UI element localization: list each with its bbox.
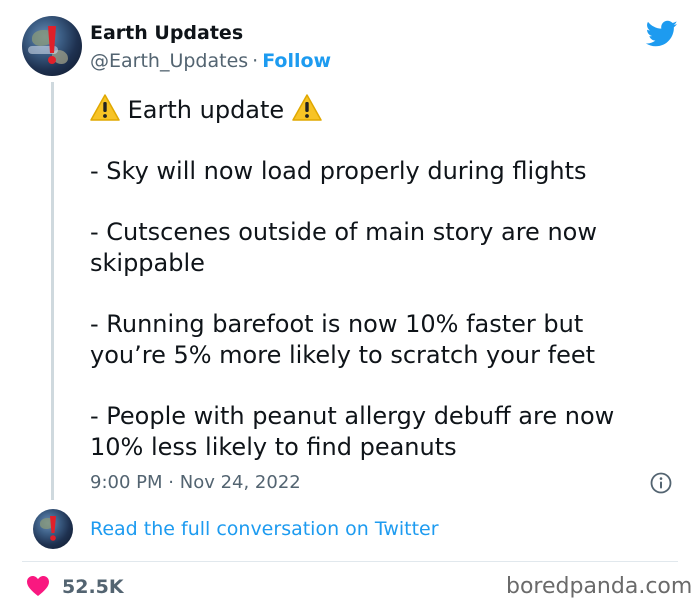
update-line: - Sky will now load properly during flig…: [90, 157, 587, 185]
author-name[interactable]: Earth Updates: [90, 22, 243, 44]
author-handle[interactable]: @Earth_Updates: [90, 50, 248, 72]
update-line: you’re 5% more likely to scratch your fe…: [90, 341, 596, 369]
update-line: 10% less likely to find peanuts: [90, 433, 457, 461]
tweet-text: Earth update - Sky will now load properl…: [90, 94, 680, 463]
divider: [22, 561, 678, 562]
update-line: - Cutscenes outside of main story are no…: [90, 218, 597, 246]
separator-dot: ·: [168, 472, 174, 493]
follow-button[interactable]: Follow: [262, 50, 331, 72]
info-icon[interactable]: [650, 472, 672, 494]
tweet-timestamp[interactable]: 9:00 PM · Nov 24, 2022: [90, 472, 301, 493]
exclamation-icon: [50, 516, 56, 541]
twitter-bird-icon[interactable]: [646, 20, 678, 48]
update-line: - Running barefoot is now 10% faster but: [90, 310, 584, 338]
author-handle-row: @Earth_Updates · Follow: [90, 50, 331, 72]
tweet-date: Nov 24, 2022: [179, 472, 301, 493]
read-conversation-link[interactable]: Read the full conversation on Twitter: [90, 518, 439, 540]
author-avatar[interactable]: [22, 16, 82, 76]
heart-icon[interactable]: [26, 575, 50, 597]
watermark: boredpanda.com: [506, 574, 693, 599]
author-avatar-small[interactable]: [33, 509, 73, 549]
tweet-time: 9:00 PM: [90, 472, 163, 493]
headline-row: Earth update: [90, 94, 680, 126]
tweet-card: Earth Updates @Earth_Updates · Follow Eart…: [0, 0, 700, 614]
like-count[interactable]: 52.5K: [62, 576, 124, 598]
headline-text: Earth update: [127, 96, 285, 124]
warning-icon: [90, 94, 120, 121]
update-line: skippable: [90, 249, 205, 277]
warning-icon: [292, 94, 322, 121]
thread-line: [51, 82, 54, 500]
separator-dot: ·: [252, 50, 259, 72]
exclamation-icon: [48, 26, 56, 64]
update-line: - People with peanut allergy debuff are …: [90, 402, 615, 430]
